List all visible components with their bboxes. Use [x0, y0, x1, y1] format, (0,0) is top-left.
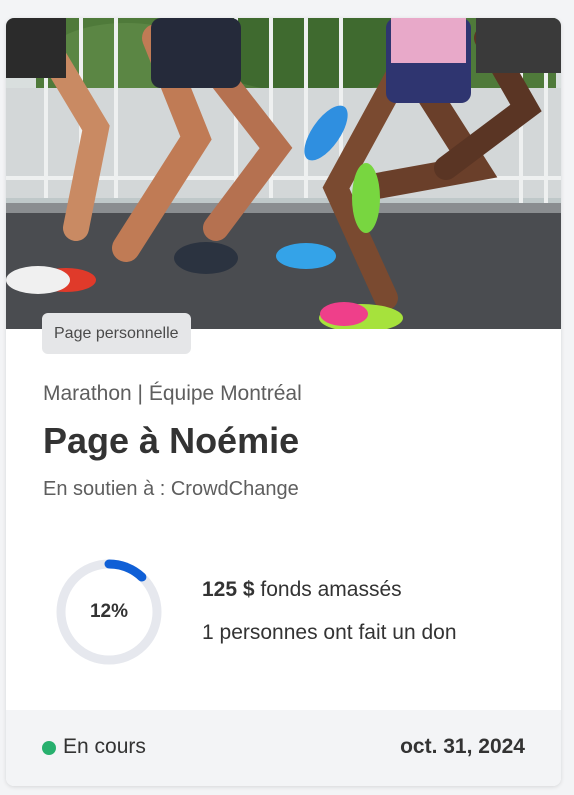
- event-team-label: Marathon | Équipe Montréal: [43, 382, 302, 405]
- support-text: En soutien à : CrowdChange: [43, 478, 299, 500]
- page-type-badge: Page personnelle: [42, 313, 191, 354]
- progress-percent: 12%: [89, 601, 129, 622]
- status-label: En cours: [63, 735, 146, 758]
- amount-raised: 125 $ fonds amassés: [202, 578, 402, 602]
- hero-image: [6, 18, 561, 329]
- donor-count: 1 personnes ont fait un don: [202, 621, 457, 644]
- end-date: oct. 31, 2024: [400, 735, 525, 758]
- page-title[interactable]: Page à Noémie: [43, 420, 299, 462]
- campaign-card[interactable]: Page personnelle Marathon | Équipe Montr…: [6, 18, 561, 786]
- card-footer: En cours oct. 31, 2024: [6, 710, 561, 786]
- status-dot-icon: [42, 741, 56, 755]
- amount-raised-suffix: fonds amassés: [254, 578, 402, 601]
- amount-raised-value: 125 $: [202, 578, 255, 601]
